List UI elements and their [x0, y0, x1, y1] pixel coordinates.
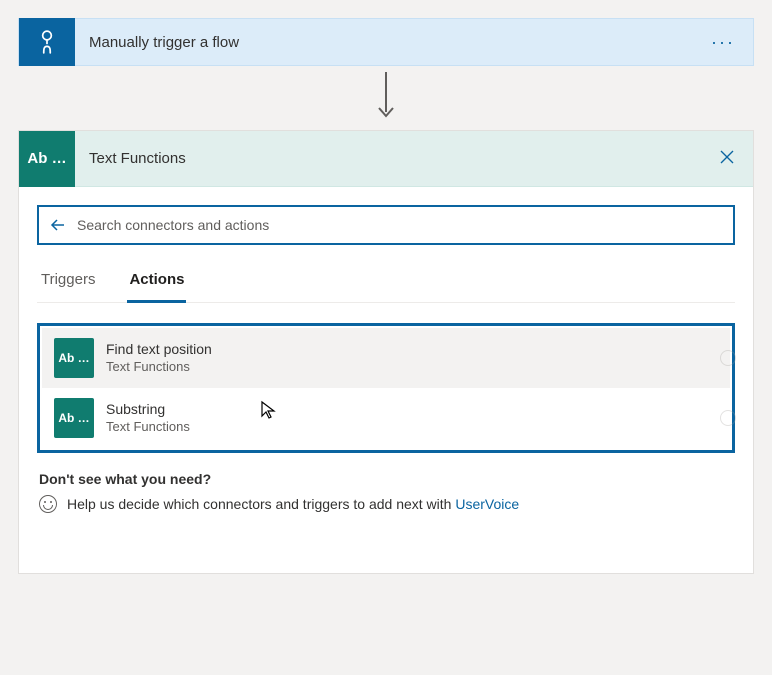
flow-arrow-icon [18, 66, 754, 130]
result-text: Substring Text Functions [106, 400, 718, 435]
result-title: Substring [106, 400, 718, 418]
smiley-icon [39, 495, 57, 513]
close-icon [719, 149, 735, 165]
search-input[interactable] [67, 217, 723, 233]
tab-actions[interactable]: Actions [127, 259, 186, 303]
action-title: Text Functions [75, 150, 701, 167]
results-list: Ab … Find text position Text Functions A… [37, 323, 735, 453]
trigger-menu-button[interactable]: ··· [693, 32, 753, 53]
footer-line: Help us decide which connectors and trig… [39, 495, 733, 513]
manual-trigger-icon [19, 18, 75, 66]
result-title: Find text position [106, 340, 718, 358]
footer-heading: Don't see what you need? [39, 471, 733, 487]
back-button[interactable] [49, 216, 67, 234]
info-icon[interactable] [720, 410, 736, 426]
arrow-left-icon [49, 216, 67, 234]
action-header[interactable]: Ab … Text Functions [19, 131, 753, 187]
tabs: Triggers Actions [37, 259, 735, 303]
trigger-title: Manually trigger a flow [75, 34, 693, 51]
footer: Don't see what you need? Help us decide … [37, 453, 735, 573]
text-functions-icon: Ab … [54, 398, 94, 438]
result-subtitle: Text Functions [106, 419, 718, 436]
uservoice-link[interactable]: UserVoice [455, 496, 519, 512]
close-button[interactable] [701, 149, 753, 168]
tab-triggers[interactable]: Triggers [39, 259, 97, 303]
text-functions-icon: Ab … [19, 131, 75, 187]
info-icon[interactable] [720, 350, 736, 366]
action-card: Ab … Text Functions Tri [18, 130, 754, 574]
result-find-text-position[interactable]: Ab … Find text position Text Functions [42, 328, 730, 388]
search-bar[interactable] [37, 205, 735, 245]
result-text: Find text position Text Functions [106, 340, 718, 375]
result-substring[interactable]: Ab … Substring Text Functions [42, 388, 730, 448]
footer-text: Help us decide which connectors and trig… [67, 496, 455, 512]
trigger-card[interactable]: Manually trigger a flow ··· [18, 18, 754, 66]
text-functions-icon: Ab … [54, 338, 94, 378]
result-subtitle: Text Functions [106, 359, 718, 376]
